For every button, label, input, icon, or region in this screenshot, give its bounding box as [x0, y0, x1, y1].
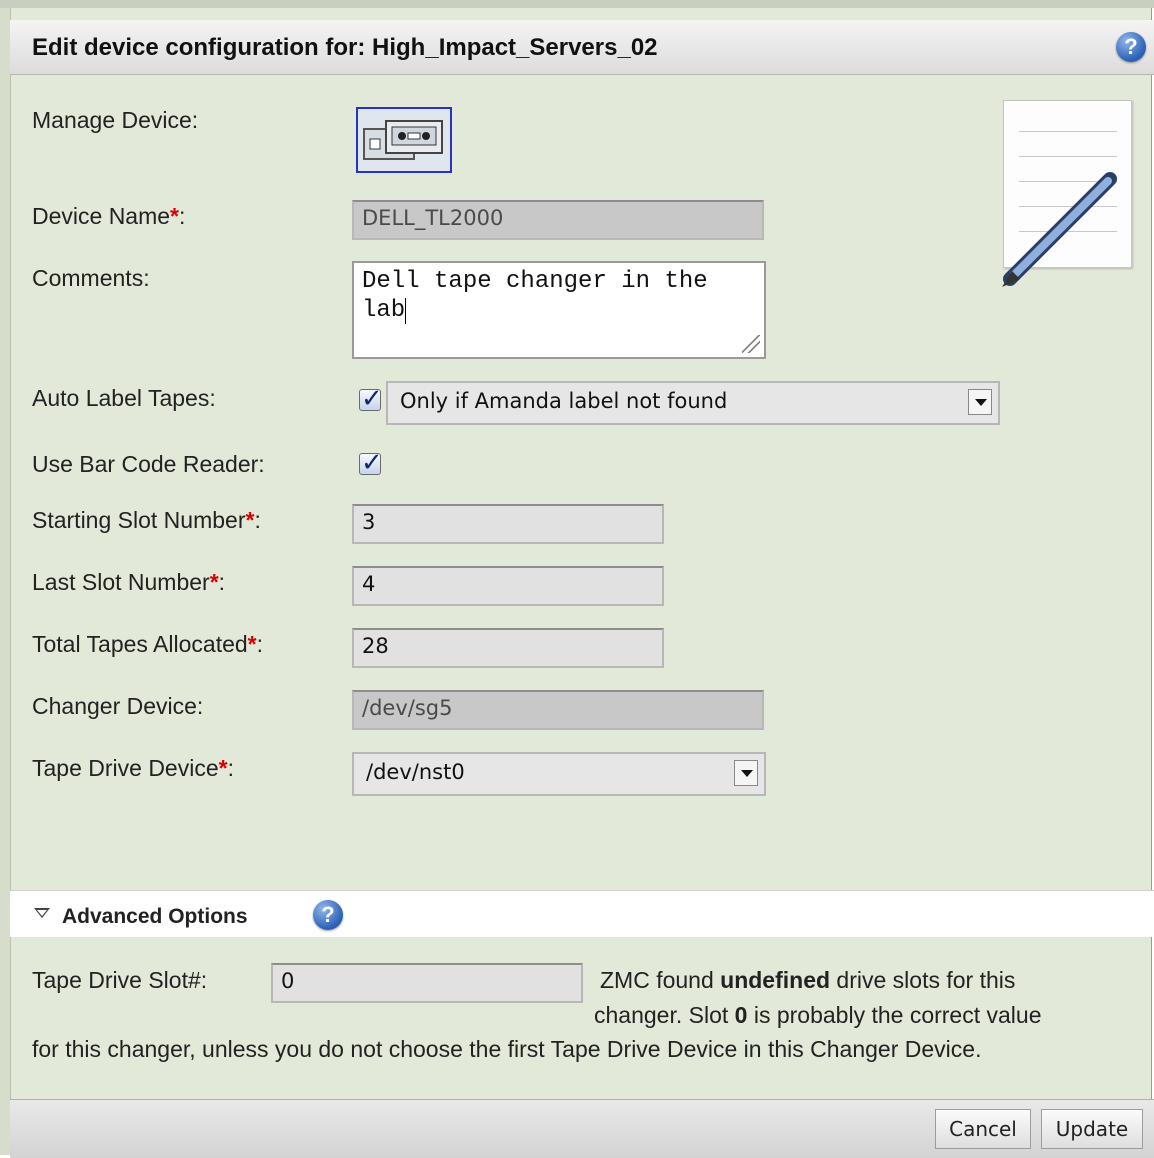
advanced-options-toggle[interactable]: Advanced Options ?	[10, 890, 1154, 937]
pencil-icon	[1002, 172, 1117, 287]
cancel-button[interactable]: Cancel	[935, 1109, 1031, 1149]
manage-device-label: Manage Device:	[32, 107, 199, 133]
auto-label-tapes-checkbox[interactable]	[359, 384, 383, 414]
tape-drive-device-select[interactable]: /dev/nst0	[352, 752, 766, 796]
update-button[interactable]: Update	[1041, 1109, 1143, 1149]
panel-top-border	[0, 0, 1154, 8]
last-slot-input[interactable]: 4	[352, 566, 664, 606]
last-slot-label: Last Slot Number*:	[32, 569, 226, 595]
chevron-down-icon	[968, 389, 992, 415]
panel-header: Edit device configuration for: High_Impa…	[10, 20, 1154, 75]
bar-code-reader-checkbox[interactable]	[359, 448, 383, 478]
help-icon[interactable]: ?	[1116, 32, 1146, 62]
total-tapes-label: Total Tapes Allocated*:	[32, 631, 264, 657]
comments-text: Dell tape changer in the lab	[362, 268, 708, 324]
comments-label: Comments:	[32, 265, 150, 291]
total-tapes-input[interactable]: 28	[352, 628, 664, 668]
panel-footer: Cancel Update	[10, 1099, 1154, 1158]
device-name-label: Device Name*:	[32, 203, 186, 229]
tape-drive-slot-input[interactable]: 0	[271, 963, 583, 1003]
bar-code-reader-label: Use Bar Code Reader:	[32, 451, 265, 477]
advanced-options-title: Advanced Options	[62, 905, 248, 928]
comments-textarea[interactable]: Dell tape changer in the lab	[352, 261, 766, 359]
tape-drive-slot-label: Tape Drive Slot#:	[32, 967, 208, 993]
starting-slot-label: Starting Slot Number*:	[32, 507, 261, 533]
changer-device-field: /dev/sg5	[352, 690, 764, 730]
tape-drive-device-option: /dev/nst0	[366, 760, 465, 784]
zmc-note-line3: for this changer, unless you do not choo…	[32, 1036, 982, 1062]
edit-notepad-icon	[1002, 100, 1132, 287]
tape-changer-icon	[363, 120, 443, 160]
resize-grip-icon[interactable]	[742, 335, 760, 353]
advanced-help-icon[interactable]: ?	[313, 900, 343, 930]
auto-label-option: Only if Amanda label not found	[400, 389, 728, 413]
panel-left-strip	[0, 8, 11, 1155]
zmc-note-line2: changer. Slot 0 is probably the correct …	[594, 1002, 1042, 1028]
device-name-field: DELL_TL2000	[352, 200, 764, 240]
chevron-down-icon	[734, 760, 758, 786]
changer-device-label: Changer Device:	[32, 693, 204, 719]
disclosure-triangle-icon	[34, 908, 50, 918]
tape-drive-device-label: Tape Drive Device*:	[32, 755, 234, 781]
manage-device-button[interactable]	[356, 107, 452, 173]
auto-label-tapes-label: Auto Label Tapes:	[32, 385, 216, 411]
auto-label-tapes-select[interactable]: Only if Amanda label not found	[386, 381, 1000, 425]
page-title: Edit device configuration for: High_Impa…	[32, 34, 658, 61]
zmc-note-line1: ZMC found undefined drive slots for this	[600, 967, 1016, 993]
starting-slot-input[interactable]: 3	[352, 504, 664, 544]
